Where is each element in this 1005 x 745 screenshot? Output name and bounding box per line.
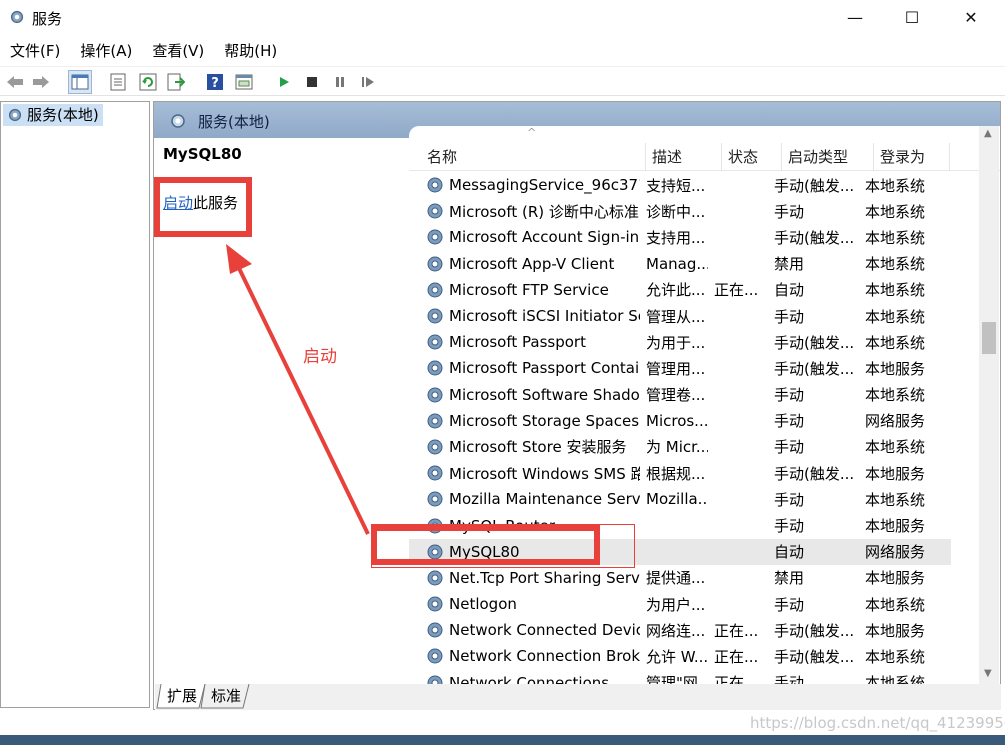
annotation-arrow-icon bbox=[226, 244, 370, 535]
taskbar-strip bbox=[0, 735, 1005, 745]
watermark: https://blog.csdn.net/qq_41239950 bbox=[750, 714, 1005, 732]
annotation-label: 启动 bbox=[303, 347, 337, 367]
